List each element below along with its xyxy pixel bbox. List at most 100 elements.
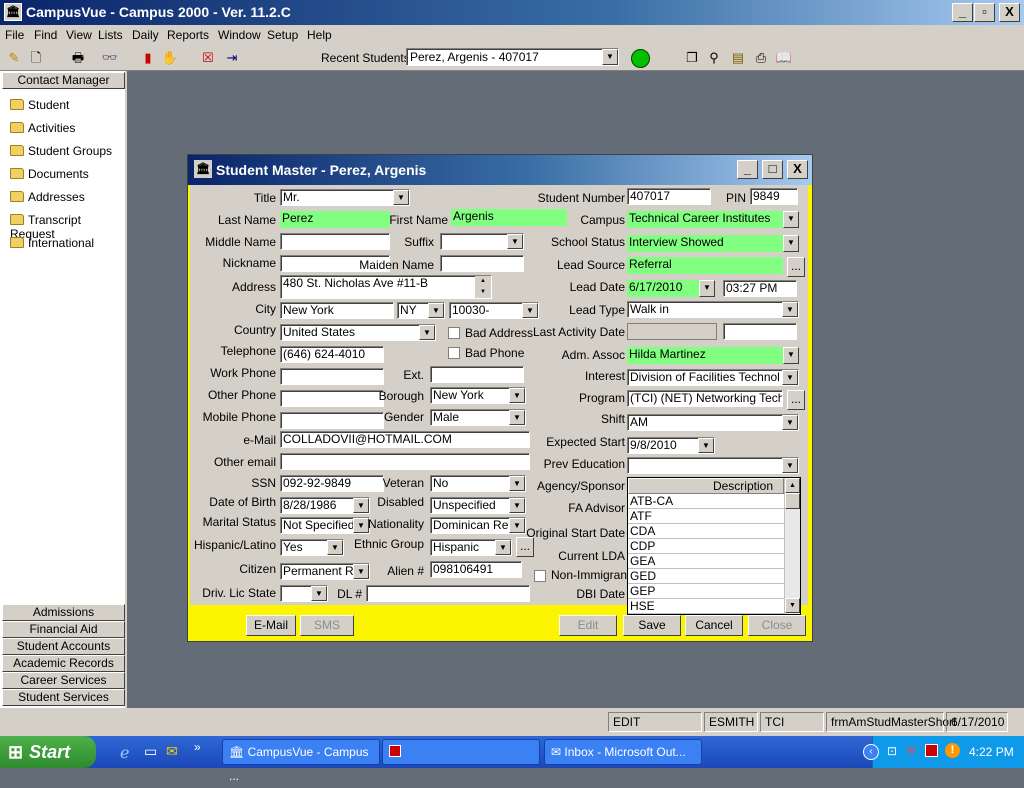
non-immigrant-checkbox[interactable] [534,570,546,582]
dob-picker[interactable]: 8/28/1986 ▼ [280,497,370,514]
chevron-down-icon[interactable]: ▼ [393,190,409,205]
nationality-select[interactable]: Dominican Repu ▼ [430,517,526,534]
sidebar-student-services[interactable]: Student Services [2,689,125,706]
lead-date-picker[interactable]: 6/17/2010 ▼ [627,280,715,297]
chevron-down-icon[interactable]: ▼ [783,347,799,364]
edit-button[interactable]: Edit [559,615,617,636]
start-button[interactable]: ⊞ Start [0,736,96,768]
menu-daily[interactable]: Daily [132,28,159,42]
program-more-button[interactable]: ... [787,390,805,410]
dropdown-item[interactable]: HSE [628,599,784,614]
notes-icon[interactable]: ▤ [728,48,748,68]
chevron-down-icon[interactable]: ▼ [602,49,618,65]
dl-field[interactable] [366,585,530,602]
dropdown-item[interactable]: CDA [628,524,784,539]
chevron-down-icon[interactable]: ▼ [509,476,525,491]
campus-select[interactable]: Technical Career Institutes ▼ [627,211,799,228]
recent-students-combo[interactable]: Perez, Argenis - 407017 ▼ [406,48,619,66]
other-email-field[interactable] [280,453,530,470]
sidebar-item-international[interactable]: International [10,236,94,250]
outlook-quick-icon[interactable]: ✉ [166,743,178,760]
chevron-down-icon[interactable]: ▼ [782,370,798,385]
expected-start-picker[interactable]: 9/8/2010 ▼ [627,437,715,454]
chevron-down-icon[interactable]: ▼ [353,498,369,513]
email-button[interactable]: E-Mail [246,615,296,636]
chevron-down-icon[interactable]: ▼ [327,540,343,555]
sidebar-admissions[interactable]: Admissions [2,604,125,621]
chevron-down-icon[interactable]: ▼ [311,586,327,601]
citizen-select[interactable]: Permanent Re ▼ [280,563,370,580]
city-field[interactable]: New York [280,302,394,319]
printer-small-icon[interactable]: ⎙ [751,48,771,68]
network-icon[interactable]: ⊡ [887,744,897,758]
tray-expand-icon[interactable]: ‹ [863,744,879,760]
chevron-down-icon[interactable]: ▼ [509,498,525,513]
dropdown-item[interactable]: GEP [628,584,784,599]
chevron-down-icon[interactable]: ▼ [783,211,799,228]
menu-window[interactable]: Window [218,28,261,42]
cancel-button[interactable]: Cancel [685,615,743,636]
menu-find[interactable]: Find [34,28,57,42]
chevron-down-icon[interactable]: ▼ [353,564,369,579]
warning-icon[interactable]: ! [945,743,960,758]
scroll-down-icon[interactable]: ▼ [475,287,491,298]
pencil-icon[interactable]: ✎ [4,48,24,68]
last-name-field[interactable]: Perez [280,211,390,228]
chevron-down-icon[interactable]: ▼ [495,540,511,555]
sidebar-header[interactable]: Contact Manager [2,72,125,89]
title-select[interactable]: Mr. ▼ [280,189,410,206]
ethnic-group-select[interactable]: Hispanic ▼ [430,539,512,556]
sidebar-item-student-groups[interactable]: Student Groups [10,144,112,158]
sidebar-item-activities[interactable]: Activities [10,121,75,135]
sidebar-student-accounts[interactable]: Student Accounts [2,638,125,655]
chevron-down-icon[interactable]: ▼ [698,438,714,453]
book-icon[interactable]: 📖 [774,48,794,68]
program-field[interactable]: (TCI) (NET) Networking Techno [627,390,783,407]
chevron-down-icon[interactable]: ▼ [782,458,798,473]
close-button[interactable]: X [999,3,1020,22]
other-phone-field[interactable] [280,390,384,407]
maiden-name-field[interactable] [440,255,524,272]
cancel-icon[interactable]: ☒ [198,48,218,68]
chevron-down-icon[interactable]: ▼ [509,388,525,403]
suffix-select[interactable]: ▼ [440,233,524,250]
chevron-right-icon[interactable]: » [194,740,201,754]
task-red-app[interactable] [382,739,540,765]
hand-icon[interactable]: ✋ [160,48,180,68]
help-icon[interactable]: ⚲ [704,48,724,68]
sidebar-academic-records[interactable]: Academic Records [2,655,125,672]
adm-assoc-select[interactable]: Hilda Martinez ▼ [627,347,799,364]
chevron-down-icon[interactable]: ▼ [509,518,525,533]
sms-button[interactable]: SMS [300,615,354,636]
restore-button[interactable]: ▫ [974,3,995,22]
menu-setup[interactable]: Setup [267,28,298,42]
gender-select[interactable]: Male ▼ [430,409,526,426]
sidebar-item-student[interactable]: Student [10,98,69,112]
ie-icon[interactable]: ℯ [120,743,129,763]
chevron-down-icon[interactable]: ▼ [522,303,538,318]
marital-status-select[interactable]: Not Specified ▼ [280,517,370,534]
save-button[interactable]: Save [623,615,681,636]
email-field[interactable]: COLLADOVII@HOTMAIL.COM [280,431,530,448]
dropdown-item[interactable]: GED [628,569,784,584]
dropdown-item[interactable]: ATB-CA [628,494,784,509]
dialog-minimize-button[interactable]: _ [737,160,758,179]
dialog-maximize-button[interactable]: □ [762,160,783,179]
close-dialog-button[interactable]: Close [748,615,806,636]
ssn-field[interactable]: 092-92-9849 [280,475,384,492]
bad-address-checkbox[interactable] [448,327,460,339]
lead-source-field[interactable]: Referral [627,257,783,274]
windows-icon[interactable]: ❐ [682,48,702,68]
school-status-select[interactable]: Interview Showed ▼ [627,235,799,252]
sidebar-career-services[interactable]: Career Services [2,672,125,689]
bad-phone-checkbox[interactable] [448,347,460,359]
dropdown-scrollbar[interactable]: ▲ ▼ [784,478,800,614]
mobile-phone-field[interactable] [280,412,384,429]
chevron-down-icon[interactable]: ▼ [419,325,435,340]
chart-icon[interactable]: ▮ [138,48,158,68]
last-activity-secondary-field[interactable] [723,323,797,340]
student-number-field[interactable]: 407017 [627,188,711,205]
minimize-button[interactable]: _ [952,3,973,22]
scroll-down-icon[interactable]: ▼ [785,598,800,613]
dropdown-item[interactable]: ATF [628,509,784,524]
